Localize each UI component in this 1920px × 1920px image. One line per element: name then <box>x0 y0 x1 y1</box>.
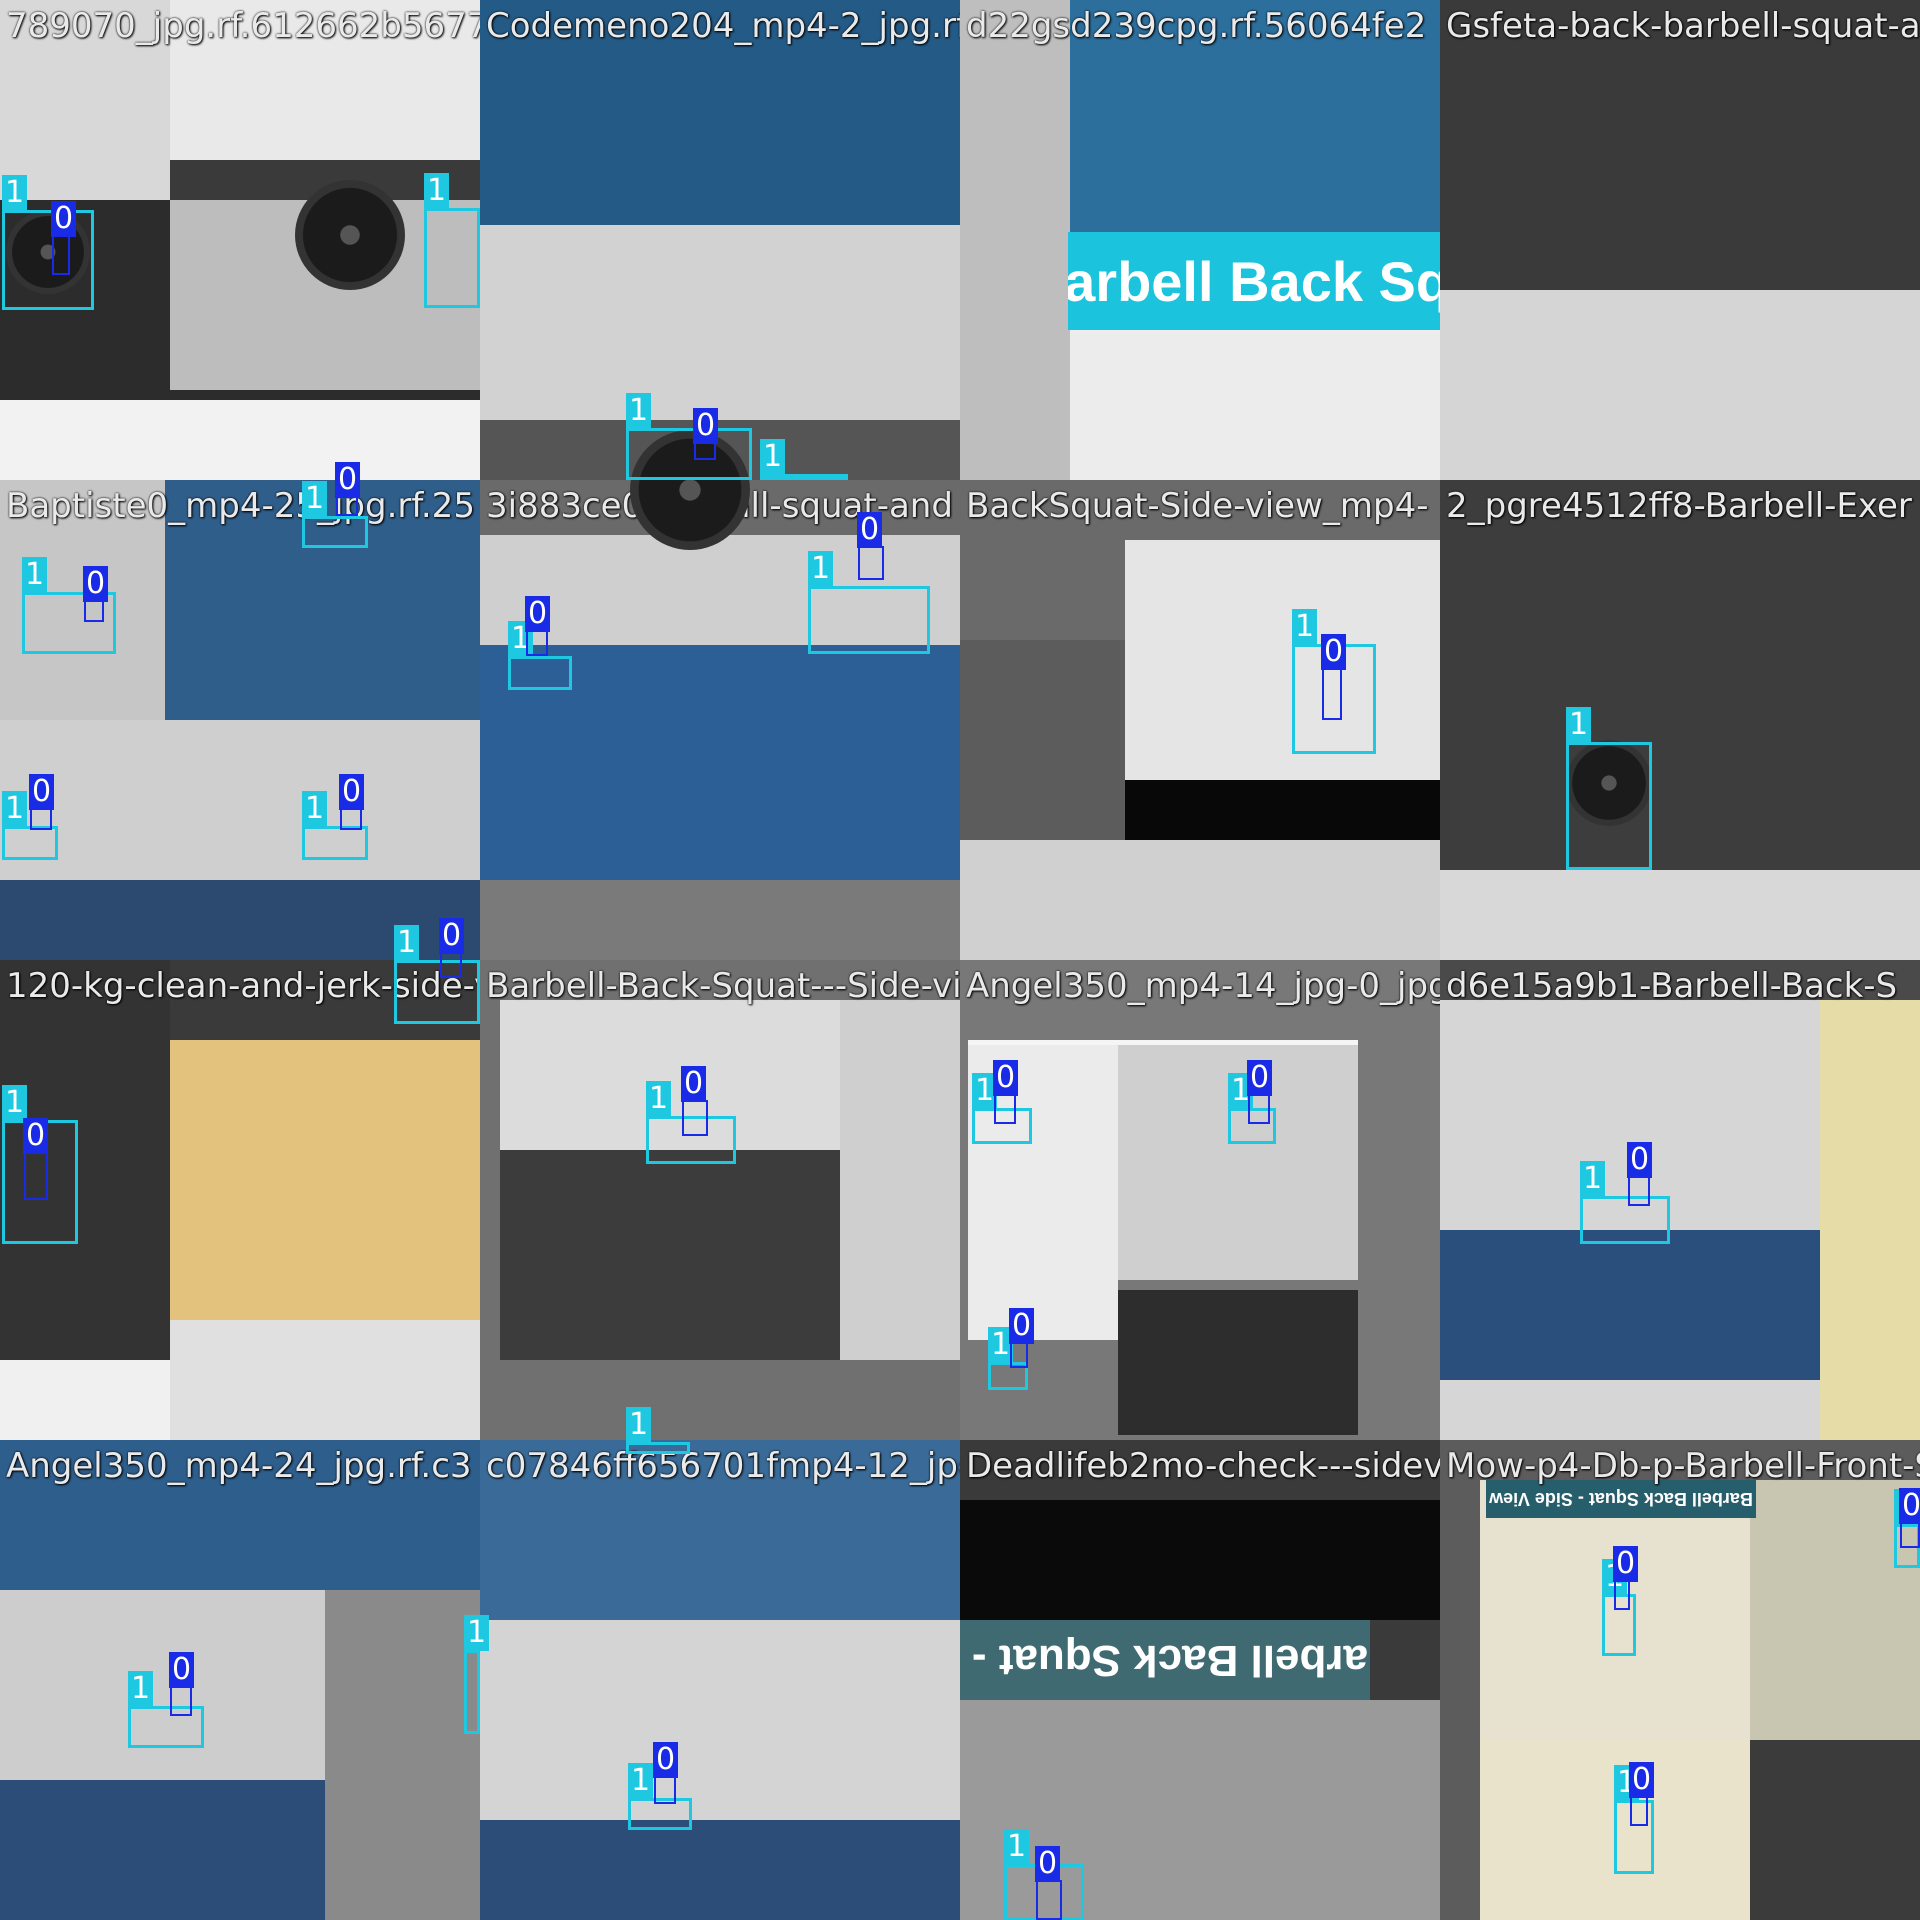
mosaic-tile: Angel350_mp4-24_jpg.rf.c3 <box>0 1440 480 1920</box>
mosaic-tile: Barbell Back Squat - S Deadlifeb2mo-check… <box>960 1440 1440 1920</box>
mosaic-tile: d6e15a9b1-Barbell-Back-S <box>1440 960 1920 1440</box>
mosaic-tile: Barbell Back Squat - Side View Mow-p4-Db-… <box>1440 1440 1920 1920</box>
image-region <box>968 1040 1358 1045</box>
image-region <box>1118 1040 1358 1280</box>
image-region <box>480 1440 960 1620</box>
image-region <box>1440 0 1920 290</box>
image-region <box>0 1780 325 1920</box>
image-region <box>480 535 960 645</box>
image-region <box>960 840 1440 960</box>
image-region <box>1070 0 1440 235</box>
image-region <box>0 1440 480 1590</box>
image-region <box>968 1040 1118 1340</box>
image-region <box>170 1320 480 1440</box>
image-region <box>1440 480 1920 870</box>
image-region <box>1125 540 1440 780</box>
image-region <box>1440 1230 1820 1380</box>
mosaic-tile: Gsfeta-back-barbell-squat-and <box>1440 0 1920 480</box>
mosaic-tile: BackSquat-Side-view_mp4- <box>960 480 1440 960</box>
image-region <box>0 400 480 480</box>
image-region <box>960 1700 1440 1920</box>
image-region <box>170 1040 480 1320</box>
video-title-banner: Barbell Back Squat - S <box>960 1620 1370 1700</box>
image-region <box>325 1590 480 1920</box>
image-region <box>1440 290 1920 480</box>
video-title-banner: Barbell Back Squat - Side View <box>1486 1480 1756 1518</box>
image-region <box>165 480 480 720</box>
image-region <box>1440 870 1920 960</box>
image-region <box>480 1820 960 1920</box>
image-region <box>0 480 165 720</box>
image-region <box>500 1000 840 1150</box>
image-region <box>1750 1480 1920 1740</box>
mosaic-tile: Barbell Back Squd22gsd239cpg.rf.56064fe2 <box>960 0 1440 480</box>
image-region <box>0 1360 170 1440</box>
mosaic-tile: Angel350_mp4-14_jpg-0_jpg.rf.e7b <box>960 960 1440 1440</box>
image-region <box>480 0 960 225</box>
mosaic-tile: Codemeno204_mp4-2_jpg.rf.71 <box>480 0 960 480</box>
image-region <box>1480 1480 1750 1740</box>
image-region <box>960 0 1070 480</box>
image-region <box>960 1500 1440 1620</box>
video-title-banner: Barbell Back Squ <box>1068 232 1440 330</box>
image-region <box>1118 1290 1358 1435</box>
mosaic-tile: 120-kg-clean-and-jerk-side-v <box>0 960 480 1440</box>
image-region <box>170 200 480 390</box>
image-region <box>1750 1740 1920 1920</box>
image-region <box>1070 330 1440 480</box>
image-region <box>840 1000 960 1360</box>
image-region <box>170 0 480 160</box>
image-region <box>480 420 960 480</box>
image-region <box>0 0 170 200</box>
tile-filename-label: 3i883ce0274ball-squat-and <box>486 486 953 526</box>
mosaic-tile: Baptiste0_mp4-25_jpg.rf.25 <box>0 480 480 960</box>
detection-mosaic: 789070_jpg.rf.612662b5677 Codemeno204_mp4… <box>0 0 1920 1920</box>
tile-filename-label: Deadlifeb2mo-check---sidevie <box>966 1446 1440 1486</box>
image-region <box>1480 1740 1750 1920</box>
image-region <box>1125 780 1440 840</box>
mosaic-tile: Barbell-Back-Squat---Side-vie <box>480 960 960 1440</box>
mosaic-tile: 789070_jpg.rf.612662b5677 <box>0 0 480 480</box>
mosaic-tile: 2_pgre4512ff8-Barbell-Exer <box>1440 480 1920 960</box>
mosaic-tile: c07846ff656701fmp4-12_jpg <box>480 1440 960 1920</box>
image-region <box>480 645 960 880</box>
tile-filename-label: Angel350_mp4-14_jpg-0_jpg.rf.e7b <box>966 966 1440 1006</box>
mosaic-tile: 3i883ce0274ball-squat-and <box>480 480 960 960</box>
image-region <box>1820 1000 1920 1440</box>
image-region <box>480 880 960 960</box>
image-region <box>0 880 480 960</box>
